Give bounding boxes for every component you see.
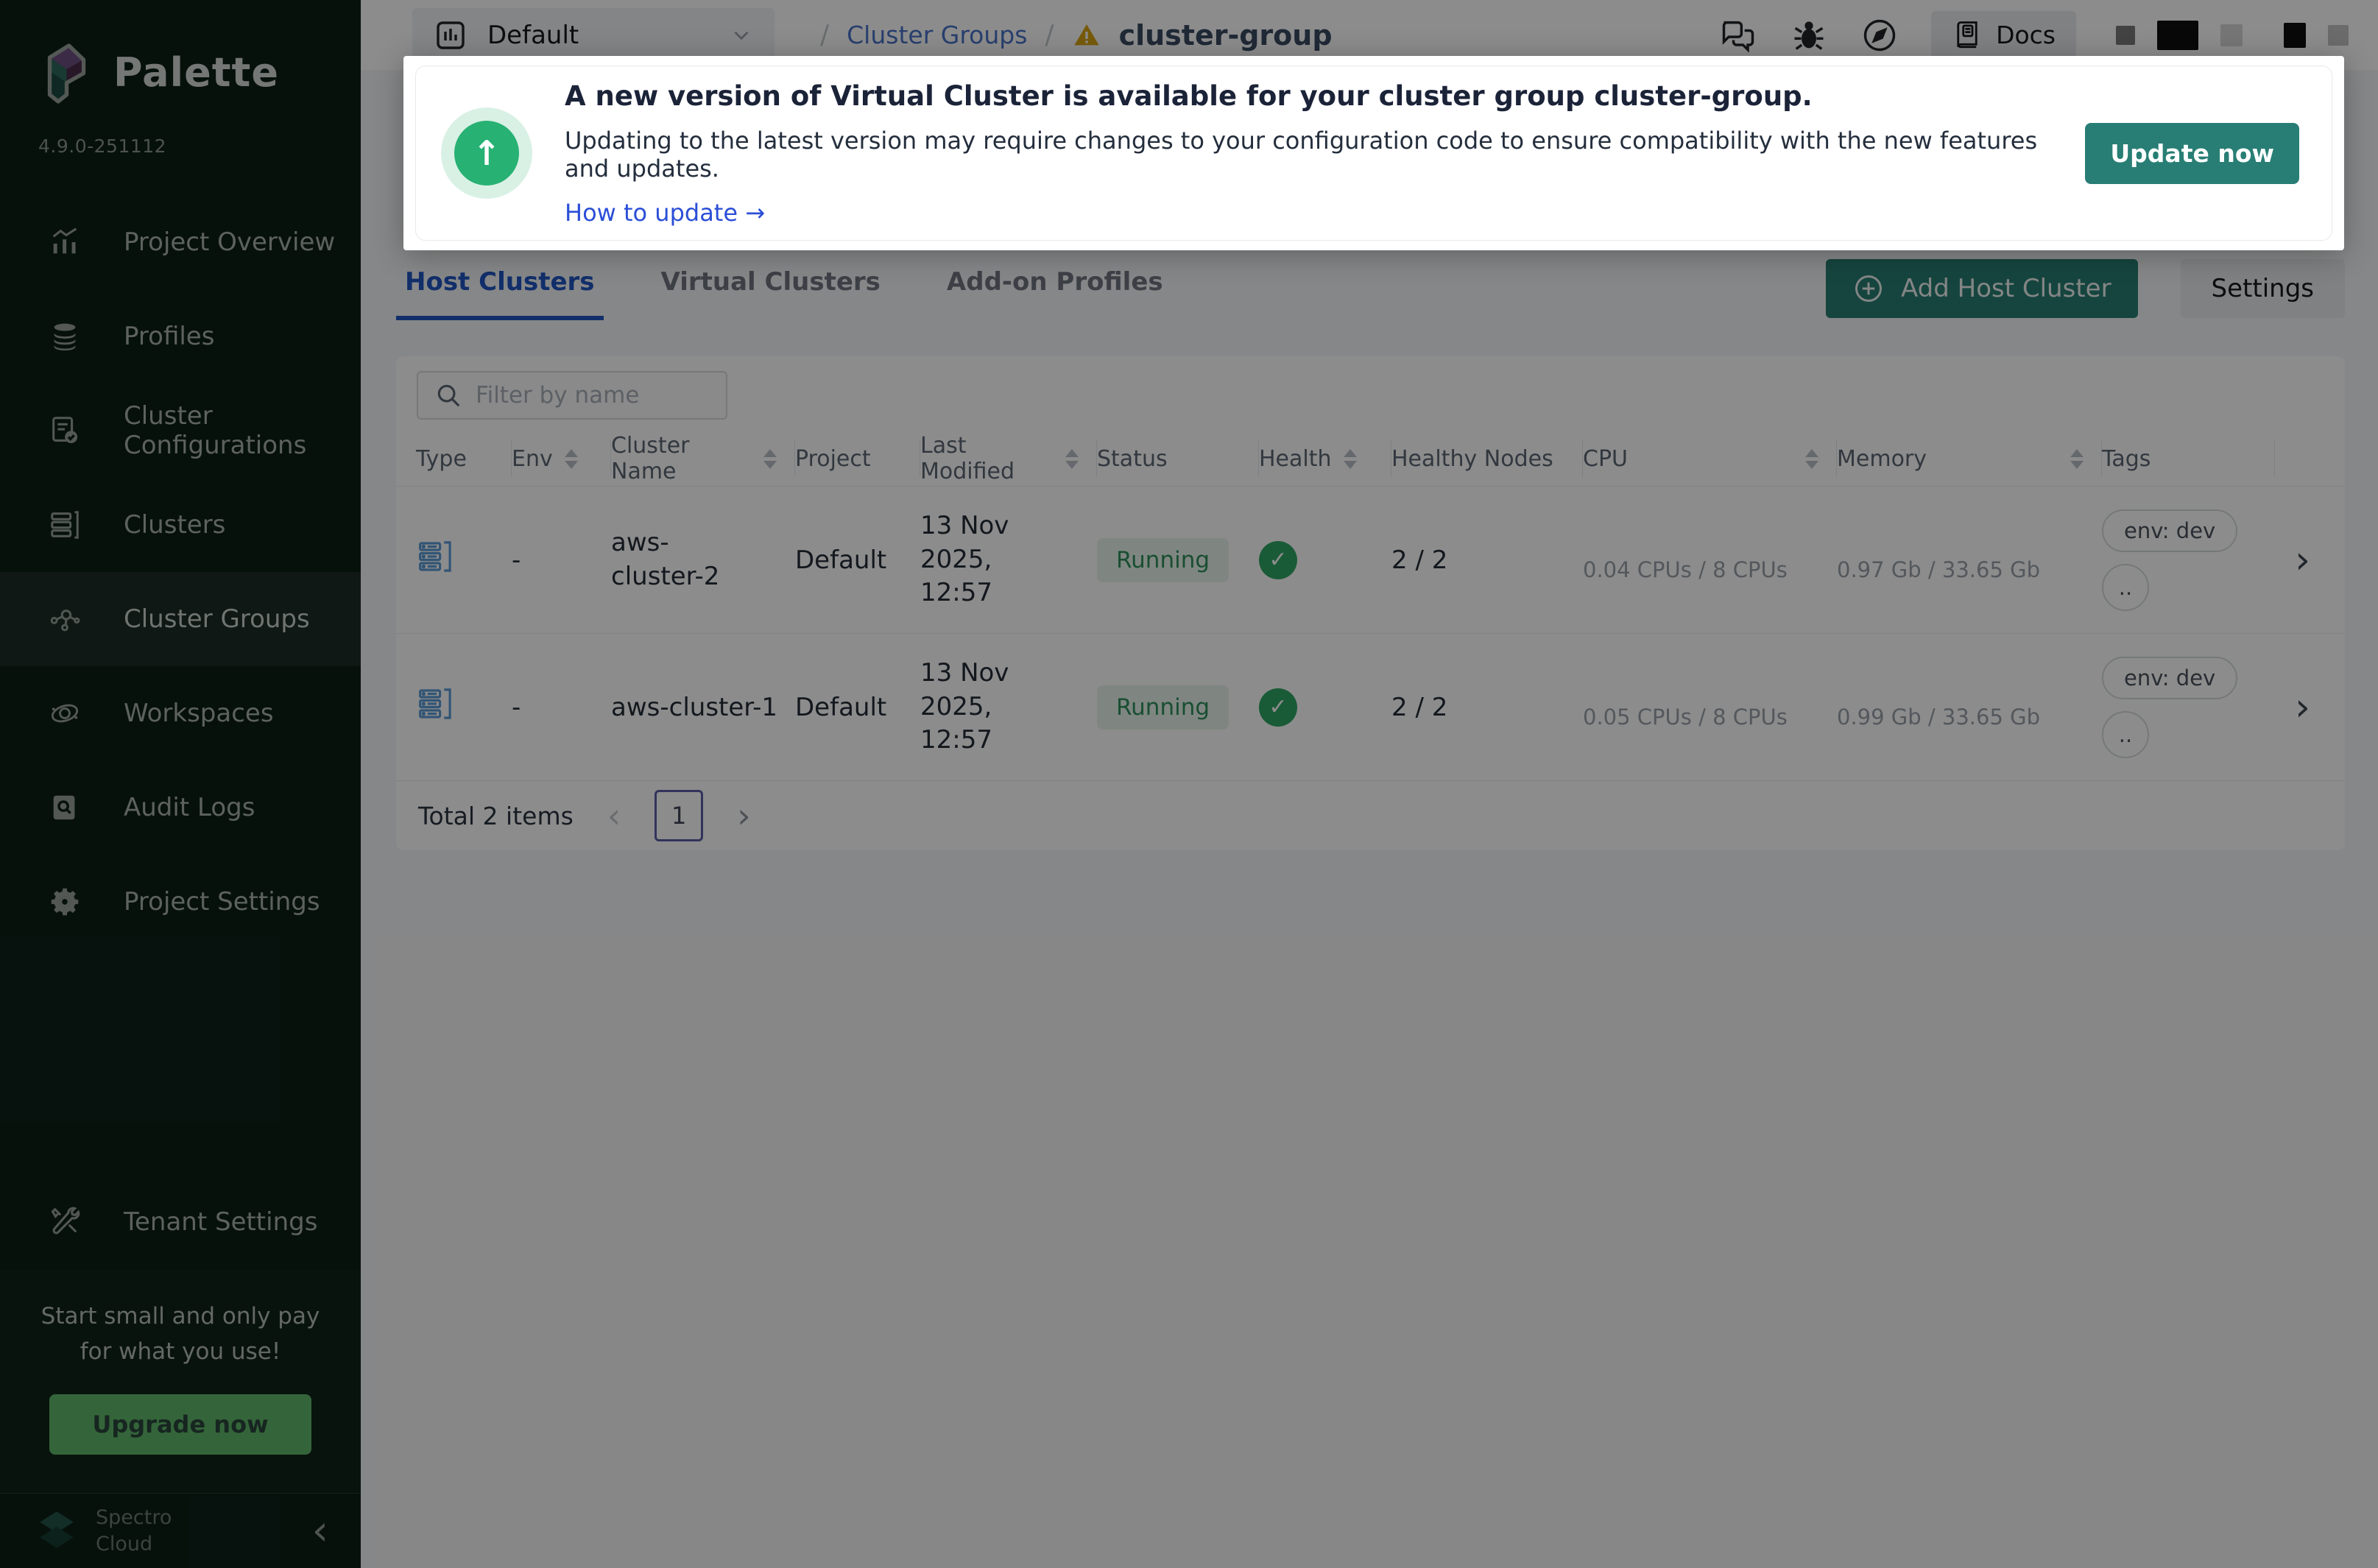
banner-title: A new version of Virtual Cluster is avai… — [565, 80, 1813, 112]
update-banner: ↑ A new version of Virtual Cluster is av… — [415, 66, 2332, 241]
update-available-icon: ↑ — [441, 107, 532, 199]
banner-spotlight: ↑ A new version of Virtual Cluster is av… — [403, 56, 2344, 250]
arrow-up-icon: ↑ — [454, 121, 519, 186]
banner-description: Updating to the latest version may requi… — [565, 126, 2038, 183]
update-now-button[interactable]: Update now — [2085, 122, 2299, 184]
how-to-update-link[interactable]: How to update → — [565, 199, 765, 227]
